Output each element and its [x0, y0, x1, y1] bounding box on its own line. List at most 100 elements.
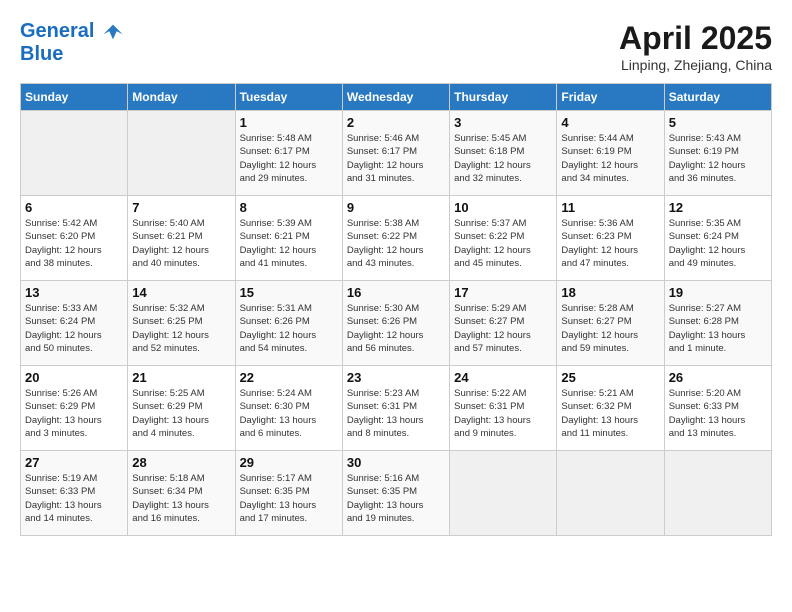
calendar-week-row: 20Sunrise: 5:26 AMSunset: 6:29 PMDayligh… [21, 366, 772, 451]
logo-general: General [20, 20, 94, 42]
calendar-cell [21, 111, 128, 196]
logo-blue: Blue [20, 43, 124, 65]
logo: General Blue [20, 20, 124, 65]
day-of-week-header: Tuesday [235, 84, 342, 111]
calendar-cell: 23Sunrise: 5:23 AMSunset: 6:31 PMDayligh… [342, 366, 449, 451]
calendar-cell: 10Sunrise: 5:37 AMSunset: 6:22 PMDayligh… [450, 196, 557, 281]
day-number: 30 [347, 455, 445, 470]
day-number: 1 [240, 115, 338, 130]
day-number: 16 [347, 285, 445, 300]
day-number: 13 [25, 285, 123, 300]
day-number: 2 [347, 115, 445, 130]
calendar-cell: 8 Sunrise: 5:39 AMSunset: 6:21 PMDaylight… [235, 196, 342, 281]
calendar-cell: 5Sunrise: 5:43 AMSunset: 6:19 PMDaylight… [664, 111, 771, 196]
day-number: 8 [240, 200, 338, 215]
calendar-week-row: 27Sunrise: 5:19 AMSunset: 6:33 PMDayligh… [21, 451, 772, 536]
day-info: Sunrise: 5:40 AMSunset: 6:21 PMDaylight:… [132, 217, 230, 270]
day-of-week-header: Monday [128, 84, 235, 111]
calendar-cell [557, 451, 664, 536]
calendar-cell: 24Sunrise: 5:22 AMSunset: 6:31 PMDayligh… [450, 366, 557, 451]
day-info: Sunrise: 5:35 AMSunset: 6:24 PMDaylight:… [669, 217, 767, 270]
logo-bird-icon [102, 21, 124, 43]
day-number: 15 [240, 285, 338, 300]
location-subtitle: Linping, Zhejiang, China [619, 57, 772, 73]
day-info: Sunrise: 5:45 AMSunset: 6:18 PMDaylight:… [454, 132, 552, 185]
day-info: Sunrise: 5:39 AMSunset: 6:21 PMDaylight:… [240, 217, 338, 270]
calendar-cell: 12Sunrise: 5:35 AMSunset: 6:24 PMDayligh… [664, 196, 771, 281]
calendar-cell: 15 Sunrise: 5:31 AMSunset: 6:26 PMDayligh… [235, 281, 342, 366]
day-info: Sunrise: 5:19 AMSunset: 6:33 PMDaylight:… [25, 472, 123, 525]
day-info: Sunrise: 5:32 AMSunset: 6:25 PMDaylight:… [132, 302, 230, 355]
calendar-cell: 13Sunrise: 5:33 AMSunset: 6:24 PMDayligh… [21, 281, 128, 366]
day-number: 20 [25, 370, 123, 385]
month-year-title: April 2025 [619, 20, 772, 57]
calendar-cell: 2 Sunrise: 5:46 AMSunset: 6:17 PMDaylight… [342, 111, 449, 196]
day-info: Sunrise: 5:23 AMSunset: 6:31 PMDaylight:… [347, 387, 445, 440]
day-info: Sunrise: 5:44 AMSunset: 6:19 PMDaylight:… [561, 132, 659, 185]
day-number: 6 [25, 200, 123, 215]
calendar-cell: 18 Sunrise: 5:28 AMSunset: 6:27 PMDayligh… [557, 281, 664, 366]
calendar-cell: 22 Sunrise: 5:24 AMSunset: 6:30 PMDayligh… [235, 366, 342, 451]
day-of-week-header: Friday [557, 84, 664, 111]
day-info: Sunrise: 5:30 AMSunset: 6:26 PMDaylight:… [347, 302, 445, 355]
day-number: 11 [561, 200, 659, 215]
calendar-cell: 26 Sunrise: 5:20 AMSunset: 6:33 PMDayligh… [664, 366, 771, 451]
day-number: 26 [669, 370, 767, 385]
calendar-table: SundayMondayTuesdayWednesdayThursdayFrid… [20, 83, 772, 536]
calendar-cell: 6 Sunrise: 5:42 AMSunset: 6:20 PMDaylight… [21, 196, 128, 281]
day-number: 22 [240, 370, 338, 385]
calendar-cell: 16 Sunrise: 5:30 AMSunset: 6:26 PMDayligh… [342, 281, 449, 366]
calendar-cell [128, 111, 235, 196]
day-number: 7 [132, 200, 230, 215]
day-number: 14 [132, 285, 230, 300]
calendar-cell: 1 Sunrise: 5:48 AMSunset: 6:17 PMDaylight… [235, 111, 342, 196]
day-info: Sunrise: 5:46 AMSunset: 6:17 PMDaylight:… [347, 132, 445, 185]
day-number: 29 [240, 455, 338, 470]
calendar-week-row: 6 Sunrise: 5:42 AMSunset: 6:20 PMDaylight… [21, 196, 772, 281]
day-number: 18 [561, 285, 659, 300]
calendar-header-row: SundayMondayTuesdayWednesdayThursdayFrid… [21, 84, 772, 111]
day-number: 25 [561, 370, 659, 385]
calendar-cell: 17 Sunrise: 5:29 AMSunset: 6:27 PMDayligh… [450, 281, 557, 366]
day-number: 4 [561, 115, 659, 130]
day-info: Sunrise: 5:21 AMSunset: 6:32 PMDaylight:… [561, 387, 659, 440]
calendar-week-row: 1 Sunrise: 5:48 AMSunset: 6:17 PMDaylight… [21, 111, 772, 196]
day-info: Sunrise: 5:31 AMSunset: 6:26 PMDaylight:… [240, 302, 338, 355]
day-info: Sunrise: 5:28 AMSunset: 6:27 PMDaylight:… [561, 302, 659, 355]
calendar-cell: 19 Sunrise: 5:27 AMSunset: 6:28 PMDayligh… [664, 281, 771, 366]
calendar-cell: 20Sunrise: 5:26 AMSunset: 6:29 PMDayligh… [21, 366, 128, 451]
calendar-cell [450, 451, 557, 536]
calendar-cell: 21Sunrise: 5:25 AMSunset: 6:29 PMDayligh… [128, 366, 235, 451]
day-info: Sunrise: 5:37 AMSunset: 6:22 PMDaylight:… [454, 217, 552, 270]
logo-text: General Blue [20, 20, 124, 65]
day-info: Sunrise: 5:20 AMSunset: 6:33 PMDaylight:… [669, 387, 767, 440]
calendar-cell: 14 Sunrise: 5:32 AMSunset: 6:25 PMDayligh… [128, 281, 235, 366]
calendar-cell: 11Sunrise: 5:36 AMSunset: 6:23 PMDayligh… [557, 196, 664, 281]
day-info: Sunrise: 5:27 AMSunset: 6:28 PMDaylight:… [669, 302, 767, 355]
day-of-week-header: Saturday [664, 84, 771, 111]
day-of-week-header: Sunday [21, 84, 128, 111]
calendar-cell [664, 451, 771, 536]
day-number: 19 [669, 285, 767, 300]
day-number: 28 [132, 455, 230, 470]
day-number: 3 [454, 115, 552, 130]
calendar-cell: 25 Sunrise: 5:21 AMSunset: 6:32 PMDayligh… [557, 366, 664, 451]
day-info: Sunrise: 5:24 AMSunset: 6:30 PMDaylight:… [240, 387, 338, 440]
day-info: Sunrise: 5:18 AMSunset: 6:34 PMDaylight:… [132, 472, 230, 525]
day-number: 17 [454, 285, 552, 300]
calendar-cell: 28 Sunrise: 5:18 AMSunset: 6:34 PMDayligh… [128, 451, 235, 536]
day-of-week-header: Thursday [450, 84, 557, 111]
day-info: Sunrise: 5:29 AMSunset: 6:27 PMDaylight:… [454, 302, 552, 355]
calendar-cell: 3 Sunrise: 5:45 AMSunset: 6:18 PMDaylight… [450, 111, 557, 196]
day-info: Sunrise: 5:17 AMSunset: 6:35 PMDaylight:… [240, 472, 338, 525]
day-of-week-header: Wednesday [342, 84, 449, 111]
day-info: Sunrise: 5:22 AMSunset: 6:31 PMDaylight:… [454, 387, 552, 440]
calendar-cell: 4 Sunrise: 5:44 AMSunset: 6:19 PMDaylight… [557, 111, 664, 196]
calendar-cell: 30Sunrise: 5:16 AMSunset: 6:35 PMDayligh… [342, 451, 449, 536]
day-info: Sunrise: 5:48 AMSunset: 6:17 PMDaylight:… [240, 132, 338, 185]
page-header: General Blue April 2025 Linping, Zhejian… [20, 20, 772, 73]
calendar-cell: 29 Sunrise: 5:17 AMSunset: 6:35 PMDayligh… [235, 451, 342, 536]
day-info: Sunrise: 5:38 AMSunset: 6:22 PMDaylight:… [347, 217, 445, 270]
day-number: 5 [669, 115, 767, 130]
day-info: Sunrise: 5:42 AMSunset: 6:20 PMDaylight:… [25, 217, 123, 270]
